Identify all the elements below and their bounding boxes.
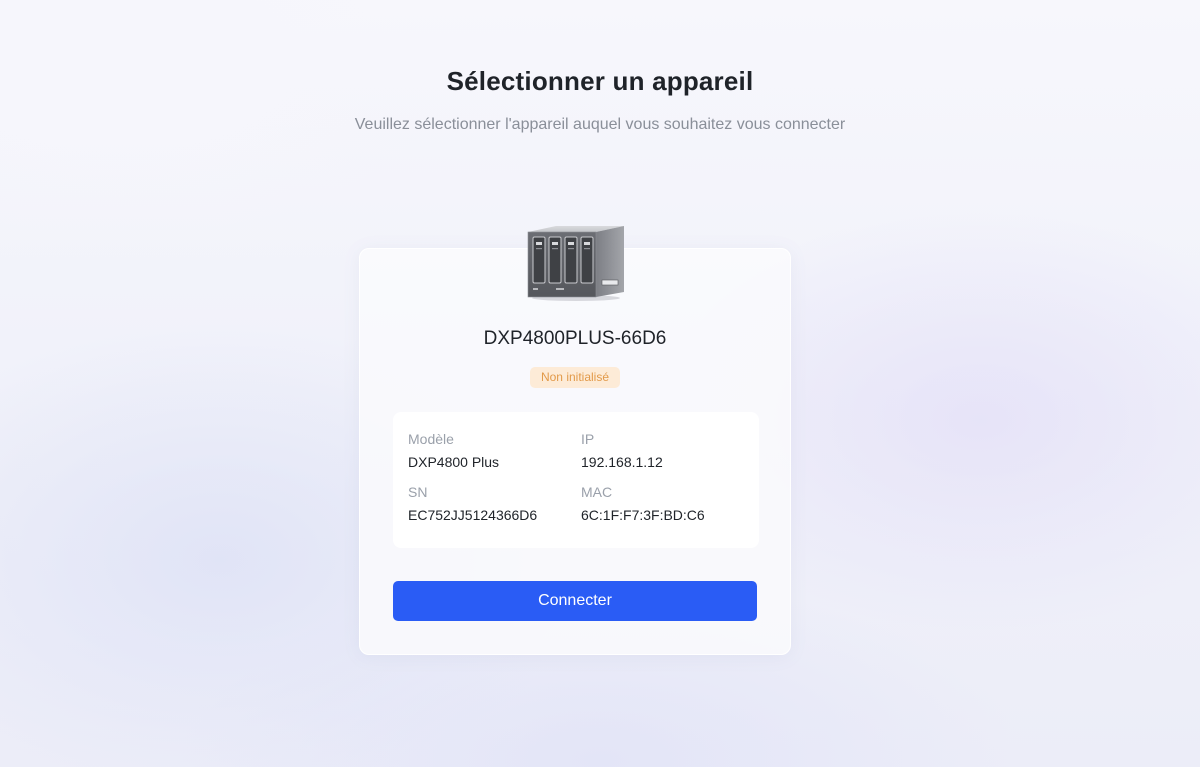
ip-label: IP — [581, 431, 595, 447]
page-subtitle: Veuillez sélectionner l'appareil auquel … — [354, 116, 846, 133]
page-title: Sélectionner un appareil — [446, 66, 754, 96]
device-info-panel: Modèle DXP4800 Plus IP 192.168.1.12 SN E… — [393, 412, 759, 548]
mac-value: 6C:1F:F7:3F:BD:C6 — [581, 507, 705, 523]
sn-label: SN — [408, 484, 428, 500]
model-label: Modèle — [408, 431, 454, 447]
model-value: DXP4800 Plus — [408, 454, 500, 470]
sn-value: EC752JJ5124366D6 — [408, 507, 538, 523]
connect-button[interactable]: Connecter — [393, 581, 757, 621]
mac-label: MAC — [581, 484, 613, 500]
ip-value: 192.168.1.12 — [581, 454, 663, 470]
nas-device-icon — [527, 226, 624, 301]
status-badge: Non initialisé — [530, 367, 620, 388]
device-name: DXP4800PLUS-66D6 — [483, 328, 667, 349]
